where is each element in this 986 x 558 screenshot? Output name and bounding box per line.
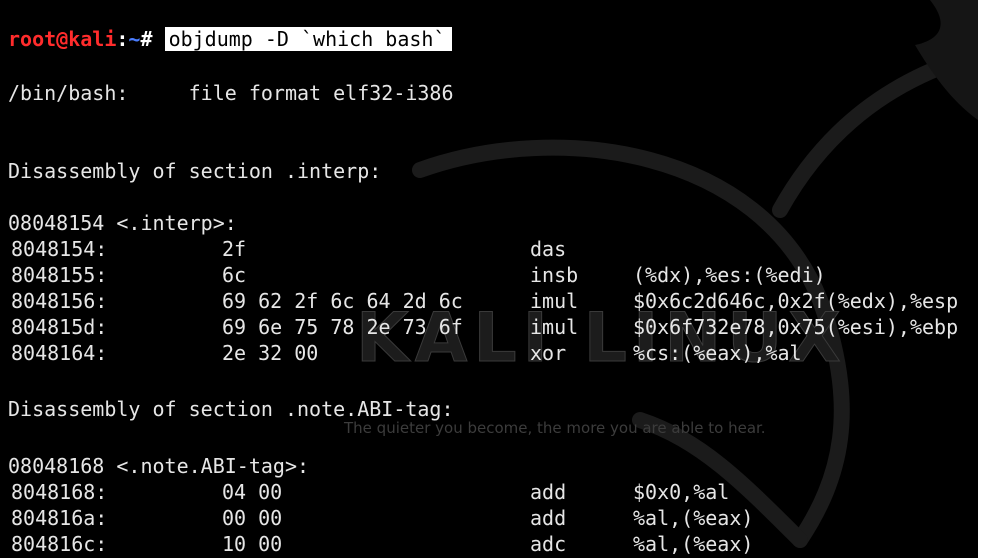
prompt-line: root@kali:~# objdump -D `which bash` — [8, 26, 452, 52]
disasm-row: 804815d: 69 6e 75 78 2e 73 6f imul $0x6f… — [8, 314, 978, 340]
disasm-row: 8048168: 04 00 add $0x0,%al — [8, 479, 978, 505]
row-mnemonic: das — [530, 237, 567, 261]
section-label: 08048168 <.note.ABI-tag>: — [8, 454, 310, 478]
row-operands: %al,(%eax) — [633, 506, 754, 530]
disasm-row: 804816c: 10 00 adc %al,(%eax) — [8, 531, 978, 557]
row-mnemonic: imul — [530, 315, 579, 339]
row-operands: $0x6f732e78,0x75(%esi),%ebp — [633, 315, 959, 339]
row-mnemonic: add — [530, 480, 567, 504]
row-mnemonic: xor — [530, 341, 567, 365]
screenshot: KALI LINUX The quieter you become, the m… — [0, 0, 986, 558]
row-mnemonic: imul — [530, 289, 579, 313]
prompt-path: ~ — [128, 27, 141, 51]
row-mnemonic: insb — [530, 263, 579, 287]
dragon-head-shape — [915, 0, 978, 120]
disasm-row: 8048156: 69 62 2f 6c 64 2d 6c imul $0x6c… — [8, 288, 978, 314]
row-bytes: 10 00 — [222, 532, 283, 556]
row-operands: $0x6c2d646c,0x2f(%edx),%esp — [633, 289, 959, 313]
terminal-window[interactable]: KALI LINUX The quieter you become, the m… — [0, 0, 978, 558]
row-address: 804816a: — [11, 506, 108, 530]
file-format-line: /bin/bash: file format elf32-i386 — [8, 81, 454, 105]
row-bytes: 69 62 2f 6c 64 2d 6c — [222, 289, 463, 313]
row-address: 804815d: — [11, 315, 108, 339]
dragon-neck-curve — [772, 52, 968, 218]
row-bytes: 2e 32 00 — [222, 341, 319, 365]
row-address: 8048155: — [11, 263, 108, 287]
disasm-row: 8048155: 6c insb (%dx),%es:(%edi) — [8, 262, 978, 288]
prompt-symbol: # — [140, 27, 165, 51]
row-address: 8048168: — [11, 480, 108, 504]
row-bytes: 00 00 — [222, 506, 283, 530]
row-address: 8048154: — [11, 237, 108, 261]
row-operands: %al,(%eax) — [633, 532, 754, 556]
prompt-user: root@kali — [8, 27, 117, 51]
row-address: 8048156: — [11, 289, 108, 313]
row-bytes: 69 6e 75 78 2e 73 6f — [222, 315, 463, 339]
row-bytes: 6c — [222, 263, 247, 287]
disasm-row: 8048164: 2e 32 00 xor %cs:(%eax),%al — [8, 340, 978, 366]
row-mnemonic: add — [530, 506, 567, 530]
row-operands: (%dx),%es:(%edi) — [633, 263, 826, 287]
row-address: 804816c: — [11, 532, 108, 556]
disasm-row: 8048154: 2f das — [8, 236, 978, 262]
section-header: Disassembly of section .note.ABI-tag: — [8, 397, 454, 421]
row-bytes: 2f — [222, 237, 247, 261]
row-mnemonic: adc — [530, 532, 567, 556]
command-input[interactable]: objdump -D `which bash` — [164, 27, 452, 51]
row-operands: $0x0,%al — [633, 480, 730, 504]
section-header: Disassembly of section .interp: — [8, 159, 382, 183]
disasm-row: 804816a: 00 00 add %al,(%eax) — [8, 505, 978, 531]
section-label: 08048154 <.interp>: — [8, 211, 237, 235]
prompt-separator: : — [116, 27, 129, 51]
row-address: 8048164: — [11, 341, 108, 365]
row-operands: %cs:(%eax),%al — [633, 341, 802, 365]
row-bytes: 04 00 — [222, 480, 283, 504]
